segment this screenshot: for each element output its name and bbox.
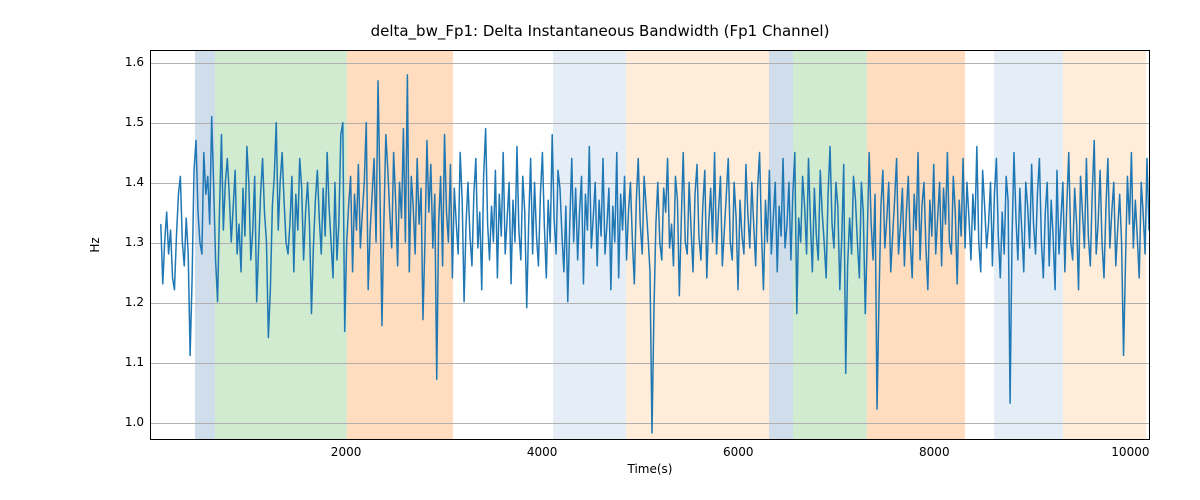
y-tick-label: 1.0 [104,415,144,429]
y-tick-label: 1.4 [104,175,144,189]
chart-container: delta_bw_Fp1: Delta Instantaneous Bandwi… [0,0,1200,500]
x-axis-label: Time(s) [628,462,673,476]
line-plot-svg [151,51,1149,439]
y-tick-label: 1.6 [104,55,144,69]
y-tick-label: 1.5 [104,115,144,129]
series-line [161,75,1149,433]
y-tick-label: 1.2 [104,295,144,309]
y-tick-label: 1.3 [104,235,144,249]
x-tick-label: 4000 [527,445,558,459]
chart-title: delta_bw_Fp1: Delta Instantaneous Bandwi… [0,22,1200,40]
x-tick-label: 8000 [919,445,950,459]
x-tick-label: 6000 [723,445,754,459]
y-axis-label: Hz [88,237,102,252]
plot-area [150,50,1150,440]
x-tick-label: 2000 [331,445,362,459]
x-tick-label: 10000 [1111,445,1149,459]
y-tick-label: 1.1 [104,355,144,369]
